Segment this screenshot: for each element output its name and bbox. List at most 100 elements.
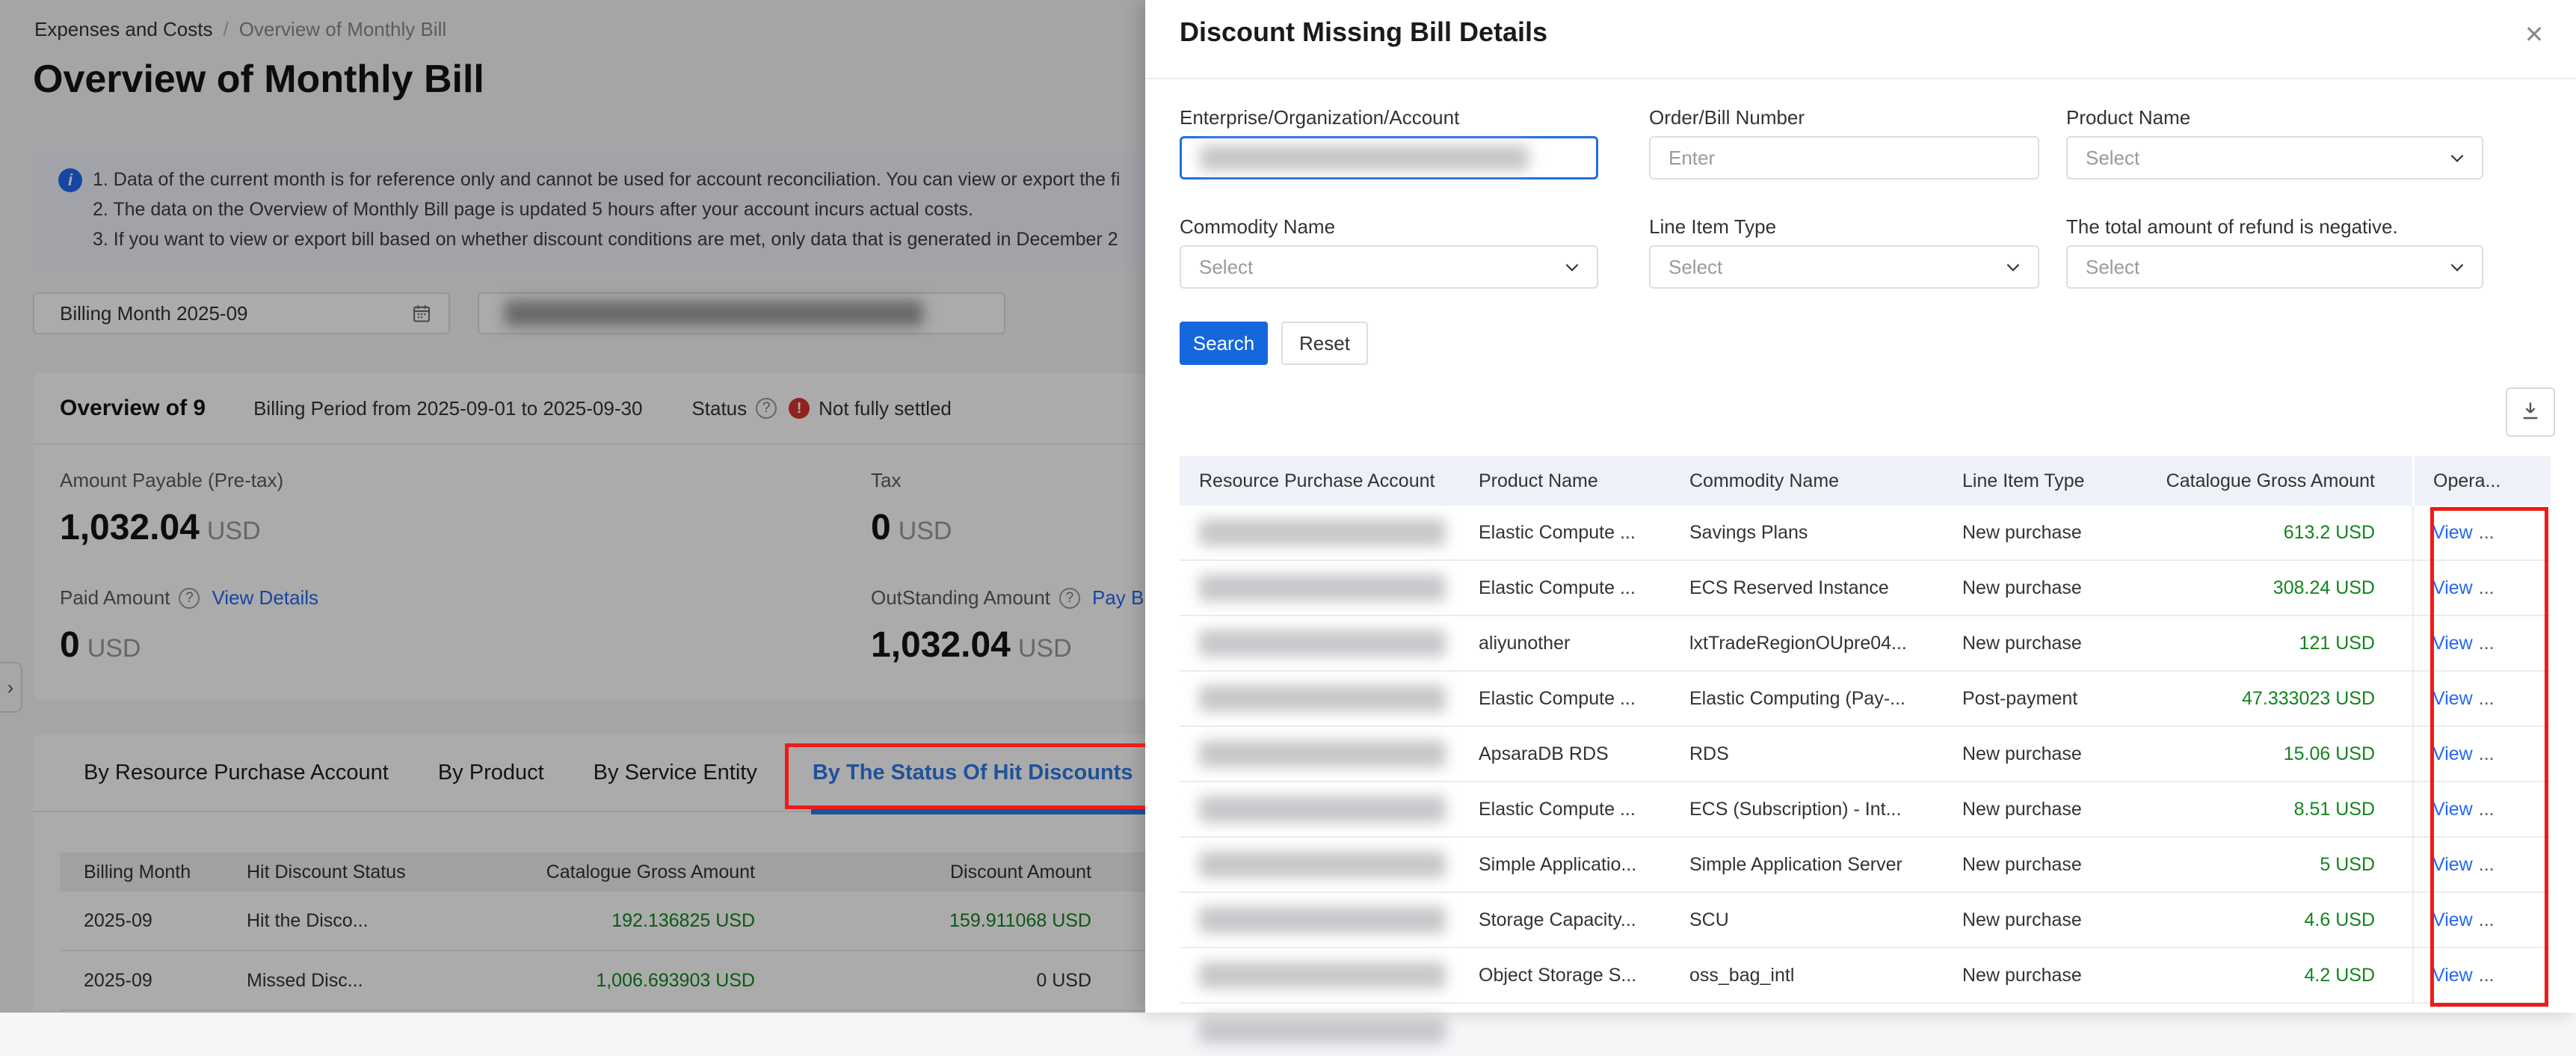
redacted-account-cell <box>1199 962 1446 989</box>
col-header-resource-purchase-account: Resource Purchase Account <box>1180 470 1479 492</box>
order-bill-number-input[interactable] <box>1668 147 2023 170</box>
view-details-link[interactable]: View <box>2432 965 2473 986</box>
drawer-backdrop[interactable] <box>0 0 1145 1013</box>
refund-negative-select[interactable]: Select <box>2066 245 2483 289</box>
bill-row: Elastic Compute ... ECS Reserved Instanc… <box>1180 561 2551 616</box>
col-header-product-name: Product Name <box>1479 470 1689 492</box>
bill-row: Storage Capacity... SCU New purchase 4.6… <box>1180 893 2551 948</box>
commodity-name-select[interactable]: Select <box>1180 245 1598 289</box>
commodity-name-label: Commodity Name <box>1180 215 1598 239</box>
cell-commodity: Elastic Computing (Pay-... <box>1689 688 1962 710</box>
line-item-type-select[interactable]: Select <box>1649 245 2039 289</box>
cell-line-item: New purchase <box>1962 909 2139 931</box>
search-button[interactable]: Search <box>1180 322 1268 365</box>
page-root: Expenses and Costs/Overview of Monthly B… <box>0 0 2576 1013</box>
view-link-ellipsis: ... <box>2479 688 2495 710</box>
view-link-ellipsis: ... <box>2479 743 2495 765</box>
col-header-operation: Opera... <box>2412 456 2531 506</box>
bill-row: aliyunother lxtTradeRegionOUpre04... New… <box>1180 616 2551 672</box>
view-details-link[interactable]: View <box>2432 854 2473 876</box>
view-details-link[interactable]: View <box>2432 743 2473 765</box>
redacted-account-cell <box>1199 1016 1446 1043</box>
view-details-link[interactable]: View <box>2432 909 2473 931</box>
redacted-account-cell <box>1199 630 1446 657</box>
view-link-ellipsis: ... <box>2479 577 2495 599</box>
cell-line-item: New purchase <box>1962 633 2139 654</box>
view-link-ellipsis: ... <box>2479 965 2495 986</box>
cell-commodity: Savings Plans <box>1689 522 1962 544</box>
select-placeholder: Select <box>1199 256 1253 279</box>
missing-bill-table: Resource Purchase Account Product Name C… <box>1180 456 2551 1056</box>
view-link-ellipsis: ... <box>2479 909 2495 931</box>
cell-gross: 5 USD <box>2139 854 2375 876</box>
cell-commodity: SCU <box>1689 909 1962 931</box>
cell-product: ApsaraDB RDS <box>1479 743 1689 765</box>
cell-line-item: Post-payment <box>1962 688 2139 710</box>
product-name-select[interactable]: Select <box>2066 136 2483 179</box>
redacted-account-cell <box>1199 519 1446 546</box>
cell-product: aliyunother <box>1479 633 1689 654</box>
view-details-link[interactable]: View <box>2432 688 2473 710</box>
view-details-link[interactable]: View <box>2432 633 2473 654</box>
cell-gross: 4.6 USD <box>2139 909 2375 931</box>
redacted-account-cell <box>1199 740 1446 767</box>
reset-button[interactable]: Reset <box>1281 322 1368 365</box>
cell-product: Elastic Compute ... <box>1479 688 1689 710</box>
discount-missing-bill-drawer: Discount Missing Bill Details ✕ Enterpri… <box>1145 0 2576 1013</box>
bill-row: Elastic Compute ... ECS (Subscription) -… <box>1180 782 2551 838</box>
bill-row: Object Storage S... oss_bag_intl New pur… <box>1180 948 2551 1004</box>
bill-row: Elastic Compute ... Savings Plans New pu… <box>1180 506 2551 561</box>
cell-commodity: oss_bag_intl <box>1689 965 1962 986</box>
select-placeholder: Select <box>2086 256 2139 279</box>
view-details-link[interactable]: View <box>2432 577 2473 599</box>
cell-line-item: New purchase <box>1962 743 2139 765</box>
redacted-account-cell <box>1199 685 1446 712</box>
cell-line-item: New purchase <box>1962 799 2139 820</box>
redacted-enterprise-value <box>1200 145 1529 171</box>
redacted-account-cell <box>1199 906 1446 933</box>
cell-line-item: New purchase <box>1962 965 2139 986</box>
chevron-down-icon <box>1562 257 1582 277</box>
cell-gross: 15.06 USD <box>2139 743 2375 765</box>
cell-gross: 8.51 USD <box>2139 799 2375 820</box>
cell-commodity: RDS <box>1689 743 1962 765</box>
view-link-ellipsis: ... <box>2479 522 2495 544</box>
close-icon[interactable]: ✕ <box>2518 18 2551 51</box>
line-item-type-label: Line Item Type <box>1649 215 2039 239</box>
view-details-link[interactable]: View <box>2432 799 2473 820</box>
bill-row: Simple Applicatio... Simple Application … <box>1180 838 2551 893</box>
refund-negative-label: The total amount of refund is negative. <box>2066 215 2483 239</box>
cell-commodity: ECS Reserved Instance <box>1689 577 1962 599</box>
cell-product: Elastic Compute ... <box>1479 522 1689 544</box>
view-details-link[interactable]: View <box>2432 522 2473 544</box>
download-button[interactable] <box>2506 387 2555 437</box>
view-link-ellipsis: ... <box>2479 799 2495 820</box>
cell-line-item: New purchase <box>1962 854 2139 876</box>
order-bill-number-label: Order/Bill Number <box>1649 106 2039 129</box>
cell-product: Object Storage S... <box>1479 965 1689 986</box>
cell-product: Simple Applicatio... <box>1479 854 1689 876</box>
enterprise-account-select[interactable] <box>1180 136 1598 179</box>
col-header-line-item-type: Line Item Type <box>1962 470 2139 492</box>
download-icon <box>2518 399 2542 426</box>
product-name-label: Product Name <box>2066 106 2483 129</box>
chevron-down-icon <box>2003 257 2023 277</box>
bill-row-partial <box>1180 1004 2551 1056</box>
drawer-title: Discount Missing Bill Details <box>1180 16 1547 48</box>
cell-commodity: ECS (Subscription) - Int... <box>1689 799 1962 820</box>
cell-gross: 613.2 USD <box>2139 522 2375 544</box>
cell-line-item: New purchase <box>1962 522 2139 544</box>
cell-commodity: lxtTradeRegionOUpre04... <box>1689 633 1962 654</box>
order-bill-number-input-wrap <box>1649 136 2039 179</box>
cell-product: Elastic Compute ... <box>1479 577 1689 599</box>
select-placeholder: Select <box>2086 147 2139 170</box>
col-header-commodity-name: Commodity Name <box>1689 470 1962 492</box>
drawer-header-divider <box>1145 78 2576 79</box>
cell-gross: 308.24 USD <box>2139 577 2375 599</box>
bill-row: ApsaraDB RDS RDS New purchase 15.06 USD … <box>1180 727 2551 782</box>
view-link-ellipsis: ... <box>2479 854 2495 876</box>
chevron-down-icon <box>2447 148 2467 168</box>
cell-line-item: New purchase <box>1962 577 2139 599</box>
chevron-down-icon <box>2447 257 2467 277</box>
enterprise-account-label: Enterprise/Organization/Account <box>1180 106 1598 129</box>
